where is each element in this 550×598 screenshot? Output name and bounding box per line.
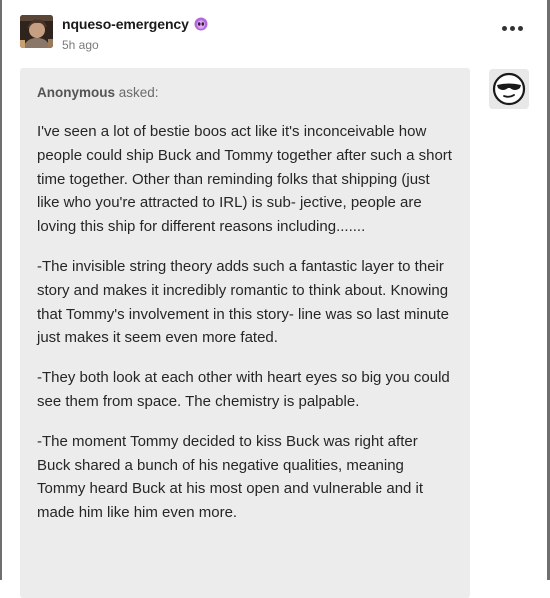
blog-avatar[interactable] [20, 15, 53, 48]
username-row: nqueso-emergency [62, 16, 208, 32]
post-timestamp[interactable]: 5h ago [62, 38, 99, 52]
more-options-button[interactable] [502, 26, 523, 31]
purple-alien-badge-icon [194, 17, 208, 31]
blog-username[interactable]: nqueso-emergency [62, 16, 189, 32]
anonymous-sunglasses-icon [489, 69, 529, 109]
anonymous-avatar [489, 69, 529, 109]
avatar-image [20, 15, 53, 48]
ask-paragraph: -The moment Tommy decided to kiss Buck w… [37, 432, 424, 522]
asker-line: Anonymous asked: [37, 85, 452, 100]
ask-paragraph: -The invisible string theory adds such a… [37, 257, 449, 347]
ask-paragraph: I've seen a lot of bestie boos act like … [37, 123, 452, 236]
more-horizontal-icon [502, 26, 507, 31]
asker-name: Anonymous [37, 85, 116, 100]
ask-box: Anonymous asked: I've seen a lot of best… [20, 68, 470, 598]
ask-paragraph: -They both look at each other with heart… [37, 369, 450, 410]
post-card: nqueso-emergency 5h ago Anonymous asked:… [2, 0, 547, 598]
asked-label: asked: [115, 85, 159, 100]
